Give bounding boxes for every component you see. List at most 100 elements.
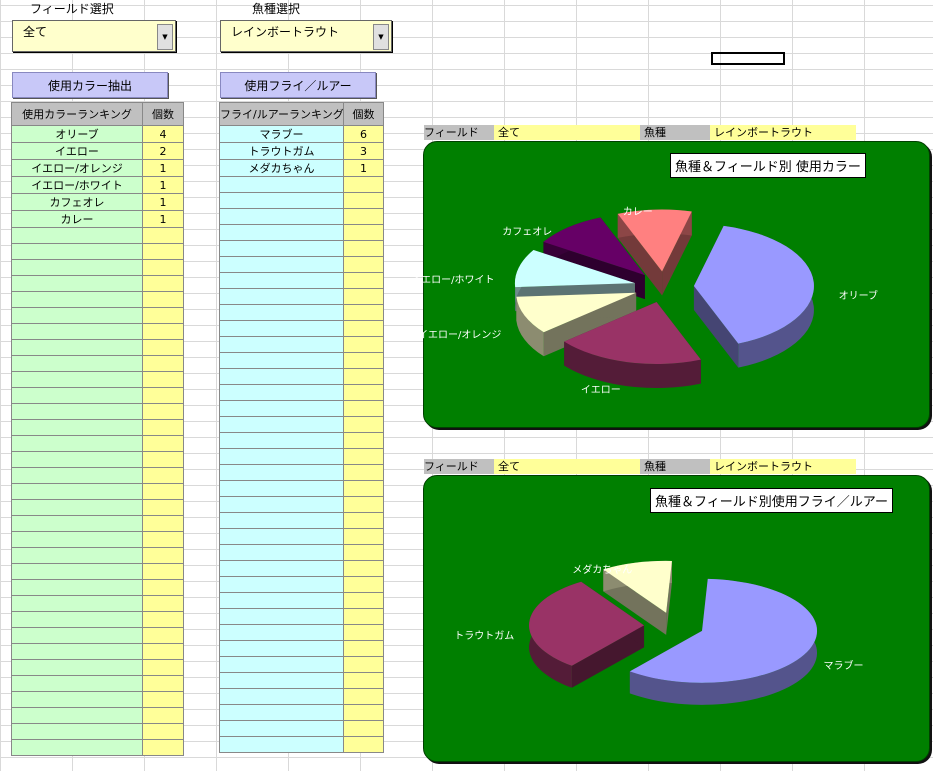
fly-count-cell[interactable]: 3 [343,142,384,160]
color-row[interactable] [11,531,184,548]
color-count-cell[interactable]: 2 [142,142,184,160]
fly-count-cell[interactable] [343,464,384,481]
color-row[interactable] [11,339,184,356]
fly-name-cell[interactable] [219,224,344,241]
color-count-cell[interactable]: 1 [142,210,184,228]
field-select[interactable]: 全て ▼ [12,20,176,52]
color-name-cell[interactable] [11,339,143,356]
fly-row[interactable] [219,400,384,417]
color-row[interactable]: イエロー/オレンジ 1 [11,159,184,177]
color-count-cell[interactable] [142,387,184,404]
color-name-cell[interactable] [11,419,143,436]
color-count-cell[interactable] [142,403,184,420]
active-cell[interactable] [711,52,785,65]
fly-row[interactable] [219,496,384,513]
color-count-cell[interactable] [142,243,184,260]
fly-name-cell[interactable] [219,656,344,673]
color-row[interactable]: カレー 1 [11,210,184,228]
fly-row[interactable] [219,640,384,657]
fly-count-cell[interactable] [343,496,384,513]
color-row[interactable] [11,579,184,596]
color-row[interactable] [11,371,184,388]
color-name-cell[interactable] [11,355,143,372]
fly-name-cell[interactable] [219,720,344,737]
fly-count-cell[interactable] [343,384,384,401]
fly-row[interactable] [219,192,384,209]
color-name-cell[interactable] [11,691,143,708]
color-row[interactable]: オリーブ 4 [11,125,184,143]
fly-row[interactable] [219,432,384,449]
fly-name-cell[interactable] [219,176,344,193]
color-name-cell[interactable] [11,403,143,420]
fly-name-cell[interactable] [219,640,344,657]
fly-count-cell[interactable] [343,320,384,337]
color-name-cell[interactable]: イエロー/ホワイト [11,176,143,194]
fly-count-cell[interactable] [343,208,384,225]
fly-count-cell[interactable] [343,560,384,577]
color-count-cell[interactable] [142,371,184,388]
color-row[interactable] [11,675,184,692]
fly-count-cell[interactable] [343,672,384,689]
fly-name-cell[interactable] [219,320,344,337]
color-row[interactable] [11,387,184,404]
fly-count-cell[interactable] [343,432,384,449]
fly-name-cell[interactable] [219,704,344,721]
fly-row[interactable] [219,240,384,257]
color-name-cell[interactable] [11,387,143,404]
color-count-cell[interactable] [142,579,184,596]
fly-row[interactable] [219,416,384,433]
fly-row[interactable] [219,320,384,337]
fly-row[interactable] [219,352,384,369]
fly-name-cell[interactable] [219,480,344,497]
fly-count-cell[interactable] [343,176,384,193]
fly-row[interactable] [219,384,384,401]
fly-count-cell[interactable] [343,368,384,385]
color-name-cell[interactable] [11,307,143,324]
fly-name-cell[interactable] [219,384,344,401]
fly-count-cell[interactable] [343,272,384,289]
fly-name-cell[interactable] [219,336,344,353]
fly-row[interactable] [219,480,384,497]
fly-name-cell[interactable] [219,288,344,305]
species-select[interactable]: レインボートラウト ▼ [220,20,392,52]
color-name-cell[interactable] [11,563,143,580]
fly-row[interactable] [219,704,384,721]
color-row[interactable] [11,291,184,308]
color-count-cell[interactable] [142,435,184,452]
color-row[interactable] [11,243,184,260]
color-count-cell[interactable] [142,643,184,660]
color-row[interactable] [11,403,184,420]
color-row[interactable] [11,707,184,724]
color-name-cell[interactable] [11,275,143,292]
fly-count-cell[interactable] [343,240,384,257]
fly-row[interactable] [219,672,384,689]
color-row[interactable]: イエロー 2 [11,142,184,160]
color-name-cell[interactable] [11,627,143,644]
color-name-cell[interactable] [11,723,143,740]
fly-name-cell[interactable] [219,432,344,449]
fly-count-cell[interactable] [343,288,384,305]
fly-count-cell[interactable] [343,224,384,241]
fly-count-cell[interactable] [343,704,384,721]
color-count-cell[interactable] [142,339,184,356]
color-row[interactable] [11,467,184,484]
fly-name-cell[interactable] [219,736,344,753]
color-row[interactable] [11,691,184,708]
color-count-cell[interactable] [142,531,184,548]
fly-name-cell[interactable] [219,416,344,433]
color-count-cell[interactable] [142,659,184,676]
fly-count-cell[interactable] [343,608,384,625]
pie-slice[interactable] [693,225,814,368]
fly-name-cell[interactable] [219,512,344,529]
color-count-cell[interactable] [142,451,184,468]
color-count-cell[interactable] [142,739,184,756]
color-count-cell[interactable]: 1 [142,176,184,194]
color-count-cell[interactable] [142,307,184,324]
fly-name-cell[interactable] [219,240,344,257]
fly-count-cell[interactable] [343,304,384,321]
fly-name-cell[interactable] [219,496,344,513]
fly-count-cell[interactable] [343,192,384,209]
fly-row[interactable] [219,256,384,273]
fly-row[interactable] [219,560,384,577]
fly-count-cell[interactable] [343,544,384,561]
